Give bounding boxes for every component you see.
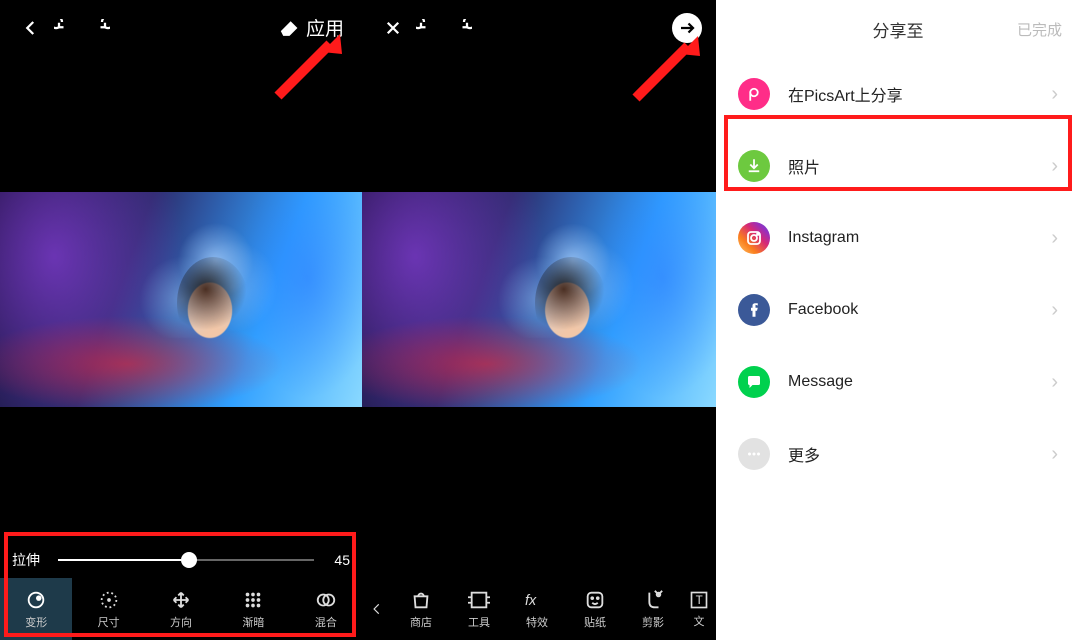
close-icon[interactable] (376, 19, 410, 37)
share-label: 在PicsArt上分享 (788, 82, 1033, 106)
chevron-right-icon: › (1051, 83, 1058, 106)
message-icon (738, 366, 770, 398)
instagram-icon (738, 222, 770, 254)
highlight-box (724, 115, 1072, 191)
facebook-icon (738, 294, 770, 326)
back-icon[interactable] (14, 19, 48, 37)
share-panel: 分享至 已完成 在PicsArt上分享 › 照片 › Instagram › F… (716, 0, 1080, 640)
undo-icon[interactable] (410, 19, 444, 37)
redo-icon[interactable] (444, 19, 478, 37)
more-icon (738, 438, 770, 470)
image-canvas[interactable] (362, 192, 716, 407)
tool-fx[interactable]: fx 特效 (508, 578, 566, 640)
tool-label: 工具 (468, 614, 490, 630)
editor-panel-effect: 应用 拉伸 45 变形 尺寸 方向 渐暗 混合 (0, 0, 362, 640)
main-toolrow: 商店 工具 fx 特效 贴纸 剪影 T文 (362, 578, 716, 640)
share-row-more[interactable]: 更多 › (716, 418, 1080, 490)
share-label: Facebook (788, 301, 1033, 319)
tool-store[interactable]: 商店 (392, 578, 450, 640)
share-row-facebook[interactable]: Facebook › (716, 274, 1080, 346)
share-label: Message (788, 373, 1033, 391)
share-label: Instagram (788, 229, 1033, 247)
tool-cutout[interactable]: 剪影 (624, 578, 682, 640)
page-title: 分享至 (873, 17, 924, 42)
tool-label: 文 (694, 613, 705, 629)
svg-text:fx: fx (525, 592, 537, 608)
chevron-right-icon: › (1051, 227, 1058, 250)
share-row-instagram[interactable]: Instagram › (716, 202, 1080, 274)
tool-label: 贴纸 (584, 614, 606, 630)
tool-tools[interactable]: 工具 (450, 578, 508, 640)
image-canvas[interactable] (0, 192, 362, 407)
chevron-right-icon: › (1051, 443, 1058, 466)
chevron-right-icon: › (1051, 371, 1058, 394)
editor-panel-main: 商店 工具 fx 特效 贴纸 剪影 T文 (362, 0, 716, 640)
done-button[interactable]: 已完成 (1017, 19, 1062, 40)
chevron-right-icon: › (1051, 299, 1058, 322)
annotation-arrow (618, 26, 716, 106)
picsart-icon (738, 78, 770, 110)
tool-label: 商店 (410, 614, 432, 630)
redo-icon[interactable] (82, 19, 116, 37)
share-label: 更多 (788, 442, 1033, 466)
annotation-arrow (258, 26, 358, 106)
share-topbar: 分享至 已完成 (716, 0, 1080, 58)
undo-icon[interactable] (48, 19, 82, 37)
scroll-left-icon[interactable] (362, 578, 392, 640)
tool-text[interactable]: T文 (682, 578, 716, 640)
svg-text:T: T (696, 594, 703, 607)
tool-label: 特效 (526, 614, 548, 630)
share-row-message[interactable]: Message › (716, 346, 1080, 418)
tool-label: 剪影 (642, 614, 664, 630)
tool-sticker[interactable]: 贴纸 (566, 578, 624, 640)
highlight-box (4, 532, 356, 637)
